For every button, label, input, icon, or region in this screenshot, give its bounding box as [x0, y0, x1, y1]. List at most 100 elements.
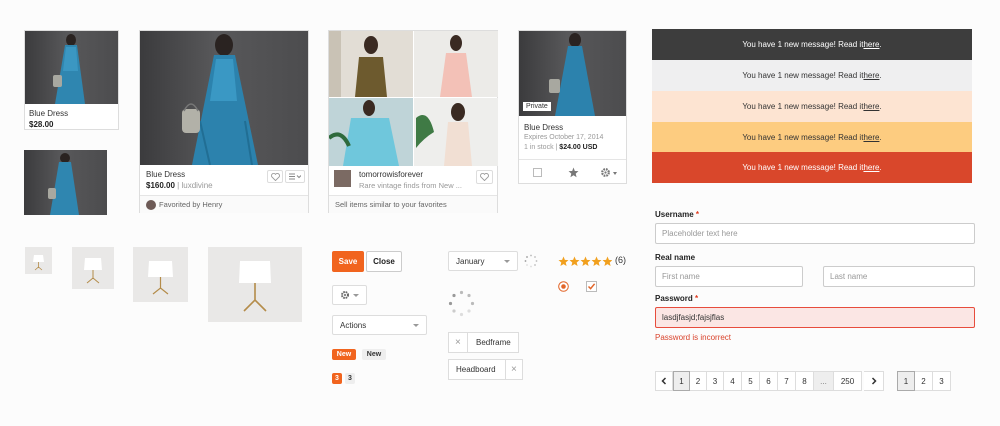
remove-tag-icon[interactable]: × — [455, 337, 461, 348]
divider — [467, 333, 468, 352]
star-icon[interactable] — [568, 167, 579, 178]
heart-icon — [480, 173, 489, 181]
footer-text[interactable]: Sell items similar to your favorites — [335, 200, 447, 209]
alert-link[interactable]: here — [863, 133, 879, 142]
required-mark: * — [695, 210, 700, 219]
new-badge-orange: New — [332, 349, 356, 360]
star-icon — [558, 256, 569, 266]
page-250[interactable]: 250 — [834, 371, 862, 391]
star-icon — [602, 256, 613, 266]
lamp-thumbnail-md[interactable] — [133, 247, 188, 302]
shop-card[interactable]: tomorrowisforever Rare vintage finds fro… — [328, 30, 498, 213]
page-8[interactable]: 8 — [796, 371, 814, 391]
alert-link[interactable]: here — [863, 163, 879, 172]
chevron-right-icon — [871, 377, 877, 385]
favorite-shop-button[interactable] — [476, 170, 493, 184]
page-3[interactable]: 3 — [707, 371, 724, 391]
short-page-3[interactable]: 3 — [933, 371, 951, 391]
product-price: $28.00 — [29, 120, 54, 129]
product-title[interactable]: Blue Dress — [146, 170, 185, 179]
shop-image-3[interactable] — [329, 98, 413, 166]
page-1[interactable]: 1 — [673, 371, 690, 391]
username-label: Username * — [655, 210, 699, 219]
chevron-down-icon — [353, 294, 359, 297]
count-badge-orange: 3 — [332, 373, 342, 384]
alert-link[interactable]: here — [863, 40, 879, 49]
private-badge: Private — [523, 102, 551, 111]
page-2[interactable]: 2 — [690, 371, 707, 391]
product-image[interactable] — [140, 31, 308, 165]
short-page-1[interactable]: 1 — [897, 371, 915, 391]
alert-light: You have 1 new message! Read it here. — [652, 60, 972, 91]
alert-text: You have 1 new message! Read it — [742, 102, 864, 111]
close-button[interactable]: Close — [366, 251, 402, 272]
product-card-small[interactable]: Blue Dress $28.00 — [24, 30, 119, 130]
month-select[interactable]: January — [448, 251, 518, 271]
product-title[interactable]: Blue Dress — [29, 109, 68, 118]
product-thumbnail[interactable] — [24, 150, 107, 215]
shop-description: Rare vintage finds from New ... — [359, 181, 462, 190]
loading-spinner-large — [448, 290, 475, 317]
remove-tag-icon[interactable]: × — [511, 364, 517, 375]
alert-link[interactable]: here — [863, 71, 879, 80]
actions-select[interactable]: Actions — [332, 315, 427, 335]
actions-value: Actions — [340, 320, 367, 330]
chevron-down-icon — [413, 324, 419, 327]
settings-dropdown[interactable] — [332, 285, 367, 305]
lamp-thumbnail-lg[interactable] — [208, 247, 302, 322]
product-image[interactable]: Private — [519, 31, 626, 116]
heart-icon — [270, 172, 280, 181]
short-page-2[interactable]: 2 — [915, 371, 933, 391]
shop-name[interactable]: tomorrowisforever — [359, 170, 423, 179]
select-checkbox[interactable] — [533, 168, 542, 177]
shop-avatar[interactable] — [334, 170, 351, 187]
alert-text: You have 1 new message! Read it — [742, 163, 864, 172]
product-card-large[interactable]: Blue Dress $160.00 | luxdivine Favorited… — [139, 30, 309, 213]
page-4[interactable]: 4 — [724, 371, 742, 391]
tag-bedframe[interactable]: × Bedframe — [448, 332, 519, 353]
gear-icon — [341, 291, 349, 299]
shop-image-4[interactable] — [414, 98, 498, 166]
product-title[interactable]: Blue Dress — [524, 123, 563, 132]
save-button[interactable]: Save — [332, 251, 364, 272]
real-name-label: Real name — [655, 253, 696, 262]
product-image[interactable] — [25, 31, 118, 104]
favorite-button[interactable] — [267, 170, 283, 183]
last-name-input[interactable]: Last name — [823, 266, 975, 287]
stock-price: 1 in stock | $24.00 USD — [524, 144, 597, 151]
alert-peach: You have 1 new message! Read it here. — [652, 91, 972, 122]
list-menu-button[interactable] — [285, 170, 305, 183]
tag-label: Bedframe — [476, 338, 511, 347]
password-input[interactable]: lasdjfasjd;fajsjflas — [655, 307, 975, 328]
alert-link[interactable]: here — [863, 102, 879, 111]
shop-image-1[interactable] — [329, 31, 413, 97]
gear-icon[interactable] — [600, 167, 611, 178]
tag-headboard[interactable]: Headboard × — [448, 359, 523, 380]
tag-label: Headboard — [456, 365, 496, 374]
divider — [505, 360, 506, 379]
avatar — [146, 200, 156, 210]
alert-text: You have 1 new message! Read it — [742, 133, 864, 142]
first-name-input[interactable]: First name — [655, 266, 803, 287]
list-icon — [289, 173, 301, 180]
alert-text: You have 1 new message! Read it — [742, 71, 864, 80]
lamp-thumbnail-xs[interactable] — [25, 247, 52, 274]
radio-button-selected[interactable] — [558, 281, 569, 292]
next-page-button[interactable] — [864, 371, 884, 391]
checkbox-checked[interactable] — [586, 281, 597, 292]
page-5[interactable]: 5 — [742, 371, 760, 391]
alert-text: You have 1 new message! Read it — [742, 40, 864, 49]
shop-name[interactable]: luxdivine — [181, 181, 212, 190]
shop-image-2[interactable] — [414, 31, 498, 97]
star-icon — [591, 256, 602, 266]
star-rating: (6) — [558, 254, 630, 268]
page-6[interactable]: 6 — [760, 371, 778, 391]
lamp-thumbnail-sm[interactable] — [72, 247, 114, 289]
alert-end: . — [879, 40, 882, 49]
page-7[interactable]: 7 — [778, 371, 796, 391]
private-listing-card[interactable]: Private Blue Dress Expires October 17, 2… — [518, 30, 627, 184]
required-mark: * — [695, 294, 699, 303]
username-input[interactable]: Placeholder text here — [655, 223, 975, 244]
product-price: $160.00 | luxdivine — [146, 181, 213, 190]
prev-page-button[interactable] — [655, 371, 673, 391]
